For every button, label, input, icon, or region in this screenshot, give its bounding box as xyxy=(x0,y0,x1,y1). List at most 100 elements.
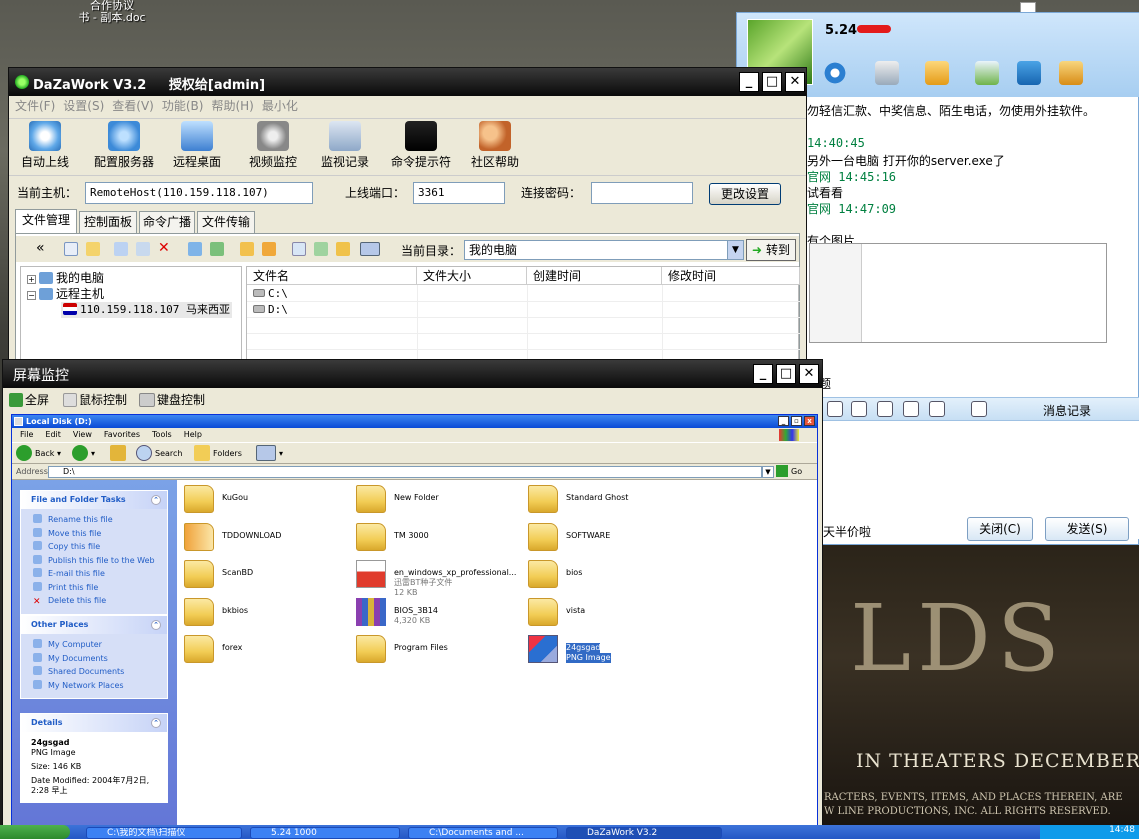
col-header-modified[interactable]: 修改时间 xyxy=(662,267,800,285)
explorer-menu-item[interactable]: Favorites xyxy=(104,430,140,439)
start-button[interactable] xyxy=(0,825,70,839)
toolbar-button[interactable]: 社区帮助 xyxy=(467,121,523,170)
paste-icon[interactable] xyxy=(136,242,150,256)
col-header-size[interactable]: 文件大小 xyxy=(417,267,527,285)
toolbar-button[interactable]: 配置服务器 xyxy=(87,121,161,170)
font-icon[interactable] xyxy=(827,401,843,417)
remote-assist-icon[interactable] xyxy=(1017,61,1041,85)
file-item[interactable]: Standard Ghost xyxy=(528,485,698,521)
message-log-button[interactable]: 消息记录 xyxy=(1043,402,1091,419)
apps-icon[interactable] xyxy=(1059,61,1083,85)
forward-button[interactable]: ▾ xyxy=(72,443,95,465)
search-button[interactable]: Search xyxy=(136,443,182,465)
change-settings-button[interactable]: 更改设置 xyxy=(709,183,781,205)
monitor-maximize-button[interactable]: □ xyxy=(776,364,796,384)
monitor-titlebar[interactable]: 屏幕监控 _ □ ✕ xyxy=(3,360,822,388)
taskbar-item-documents[interactable]: C:\Documents and ... xyxy=(408,827,558,839)
file-item[interactable]: 24gsgad PNG Image xyxy=(528,635,698,671)
mouse-control-button[interactable]: 鼠标控制 xyxy=(63,390,127,410)
menu-item[interactable]: 设置(S) xyxy=(63,99,104,113)
views-button[interactable]: ▾ xyxy=(256,443,283,465)
file-item[interactable]: Program Files xyxy=(356,635,526,671)
explorer-menu-item[interactable]: Edit xyxy=(45,430,61,439)
explorer-titlebar[interactable]: Local Disk (D:) _ ▫ x xyxy=(12,415,817,428)
file-item[interactable]: vista xyxy=(528,597,698,634)
desktop-icon-label[interactable]: 合作协议 书 - 副本.doc xyxy=(72,0,152,24)
voice-call-icon[interactable] xyxy=(875,61,899,85)
other-places-header[interactable]: Other Places ⌃ xyxy=(21,616,167,634)
file-item[interactable]: en_windows_xp_professional... 迅雷BT种子文件 12 … xyxy=(356,560,526,597)
send-file-icon[interactable] xyxy=(925,61,949,85)
file-item[interactable]: SOFTWARE xyxy=(528,522,698,559)
toolbar-button[interactable]: 远程桌面 xyxy=(167,121,227,170)
file-row[interactable]: C:\ xyxy=(247,286,288,302)
file-item[interactable]: New Folder xyxy=(356,485,526,521)
refresh-icon[interactable] xyxy=(292,242,306,256)
address-input[interactable]: D:\ xyxy=(48,466,762,478)
collapse-icon[interactable]: − xyxy=(27,291,36,300)
expand-icon[interactable]: + xyxy=(27,275,36,284)
place-link[interactable]: Shared Documents xyxy=(21,665,167,679)
emoji-icon[interactable] xyxy=(851,401,867,417)
toolbar-button[interactable]: 视频监控 xyxy=(243,121,303,170)
file-item[interactable]: bios xyxy=(528,560,698,596)
toolbar-button[interactable]: 命令提示符 xyxy=(387,121,455,170)
menu-item[interactable]: 最小化 xyxy=(262,99,298,113)
image-icon[interactable] xyxy=(877,401,893,417)
open-folder-icon[interactable] xyxy=(86,242,100,256)
explorer-menu-item[interactable]: File xyxy=(20,430,33,439)
task-link[interactable]: Publish this file to the Web xyxy=(21,554,167,568)
password-field[interactable] xyxy=(591,182,693,204)
keyboard-control-button[interactable]: 键盘控制 xyxy=(139,390,205,410)
task-link[interactable]: Move this file xyxy=(21,527,167,541)
file-item[interactable]: KuGou xyxy=(184,485,354,521)
col-header-name[interactable]: 文件名 xyxy=(247,267,417,285)
delete-icon[interactable]: ✕ xyxy=(158,241,172,256)
maximize-button[interactable]: □ xyxy=(762,72,782,92)
task-link[interactable]: Print this file xyxy=(21,581,167,595)
explorer-maximize-button[interactable]: ▫ xyxy=(791,416,802,426)
fullscreen-button[interactable]: 全屏 xyxy=(9,390,49,410)
send-button[interactable]: 发送(S) xyxy=(1045,517,1129,541)
file-item[interactable]: forex xyxy=(184,635,354,671)
details-header[interactable]: Details ⌃ xyxy=(21,714,167,732)
monitor-minimize-button[interactable]: _ xyxy=(753,364,773,384)
goto-button[interactable]: ➜ 转到 xyxy=(746,239,796,261)
toolbar-button[interactable]: 自动上线 xyxy=(17,121,73,170)
copy-icon[interactable] xyxy=(114,242,128,256)
upload-icon[interactable] xyxy=(188,242,202,256)
new-file-icon[interactable] xyxy=(64,242,78,256)
task-link[interactable]: ✕ Delete this file xyxy=(21,594,167,608)
file-item[interactable]: TM 3000 xyxy=(356,522,526,559)
new-folder-icon[interactable] xyxy=(240,242,254,256)
view-mode-icon[interactable] xyxy=(360,242,380,256)
up-button[interactable] xyxy=(110,443,129,465)
tab-file-manager[interactable]: 文件管理 xyxy=(15,209,77,233)
collapse-chevron-icon[interactable]: ⌃ xyxy=(151,718,161,728)
address-dropdown-icon[interactable]: ▼ xyxy=(762,466,774,478)
explorer-menu-item[interactable]: Help xyxy=(184,430,202,439)
run-icon[interactable] xyxy=(314,242,328,256)
folder-up-icon[interactable] xyxy=(262,242,276,256)
file-item[interactable]: BIOS_3B14 4,320 KB xyxy=(356,597,526,634)
close-button[interactable]: 关闭(C) xyxy=(967,517,1033,541)
collapse-chevron-icon[interactable]: ⌃ xyxy=(151,495,161,505)
tab-control-panel[interactable]: 控制面板 xyxy=(79,211,137,233)
chevron-down-icon[interactable]: ▼ xyxy=(727,241,743,259)
tree-item-host[interactable]: 110.159.118.107 马来西亚 xyxy=(61,302,232,318)
tree-item-my-computer[interactable]: + 我的电脑 xyxy=(27,270,104,286)
explorer-minimize-button[interactable]: _ xyxy=(778,416,789,426)
file-tasks-header[interactable]: File and Folder Tasks ⌃ xyxy=(21,491,167,509)
file-item[interactable]: TDDOWNLOAD xyxy=(184,522,354,559)
tab-file-transfer[interactable]: 文件传输 xyxy=(197,211,255,233)
monitor-close-button[interactable]: ✕ xyxy=(799,364,819,384)
clock[interactable]: 14:48 xyxy=(1109,825,1135,835)
music-icon[interactable] xyxy=(903,401,919,417)
menu-item[interactable]: 帮助(H) xyxy=(211,99,253,113)
port-field[interactable]: 3361 xyxy=(413,182,505,204)
taskbar-item-dazawork[interactable]: DaZaWork V3.2 xyxy=(566,827,722,839)
scissors-icon[interactable] xyxy=(929,401,945,417)
explorer-menu-item[interactable]: View xyxy=(73,430,92,439)
collapse-button[interactable]: « xyxy=(36,240,45,256)
menu-item[interactable]: 功能(B) xyxy=(162,99,204,113)
